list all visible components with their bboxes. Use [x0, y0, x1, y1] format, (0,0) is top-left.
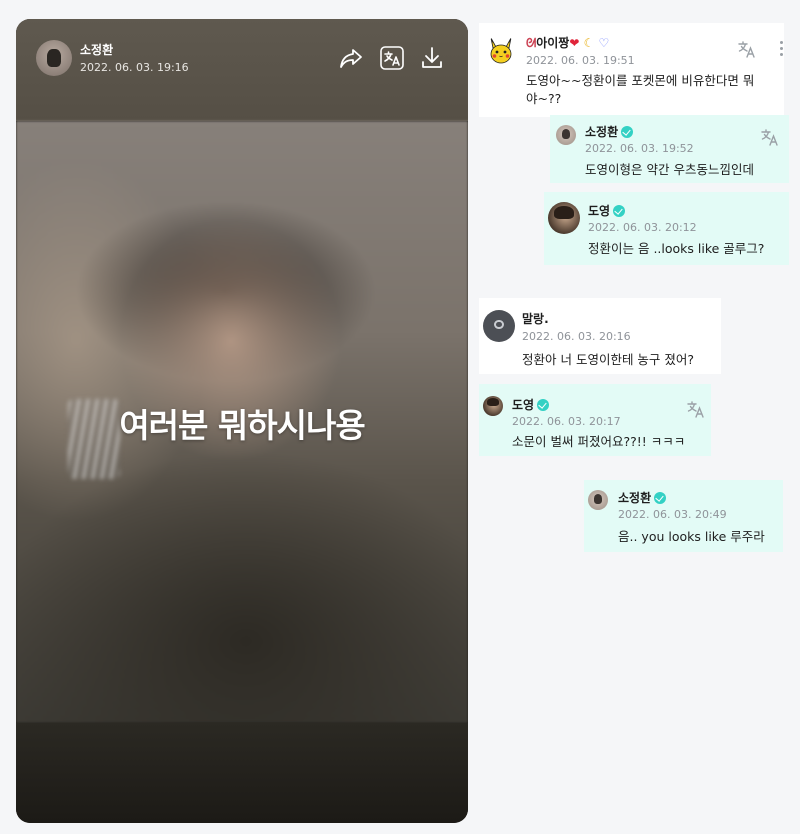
post-header: 소정환 2022. 06. 03. 19:16: [16, 19, 468, 99]
comment-timestamp: 2022. 06. 03. 20:49: [618, 508, 727, 521]
comment-text: 음.. you looks like 루주라: [618, 529, 765, 544]
commenter-avatar[interactable]: [483, 396, 503, 416]
post-author-name[interactable]: 소정환: [80, 41, 113, 58]
comment-item[interactable]: 말랑. 2022. 06. 03. 20:16 정환아 너 도영이한테 농구 졌…: [479, 298, 721, 374]
heart-emoji-icon: ❤: [569, 36, 580, 50]
comment-reply-item[interactable]: 도영 2022. 06. 03. 20:12 정환이는 음 ..looks li…: [544, 192, 789, 265]
translate-icon[interactable]: [379, 45, 405, 71]
rabbit-emoji-icon: ᘛ: [526, 36, 537, 50]
comment-timestamp: 2022. 06. 03. 20:12: [588, 221, 697, 234]
translate-icon[interactable]: [686, 399, 706, 419]
post-timestamp: 2022. 06. 03. 19:16: [80, 61, 189, 74]
comment-timestamp: 2022. 06. 03. 20:16: [522, 330, 631, 343]
media-post-card[interactable]: 소정환 2022. 06. 03. 19:16 여러분 뭐하시나용: [16, 19, 468, 823]
author-avatar[interactable]: [36, 40, 72, 76]
download-icon[interactable]: [419, 45, 445, 71]
comment-reply-item[interactable]: 도영 2022. 06. 03. 20:17 소문이 벌써 퍼졌어요??!! ㅋ…: [479, 384, 711, 456]
photo-bottom-area: [16, 723, 468, 823]
comment-text: 정환아 너 도영이한테 농구 졌어?: [522, 352, 695, 367]
comment-reply-item[interactable]: 소정환 2022. 06. 03. 19:52 도영이형은 약간 우츠동느낌인데: [550, 115, 789, 183]
commenter-avatar[interactable]: [588, 490, 608, 510]
comment-reply-item[interactable]: 소정환 2022. 06. 03. 20:49 음.. you looks li…: [584, 480, 783, 552]
comment-timestamp: 2022. 06. 03. 19:51: [526, 54, 635, 67]
comment-text: 도영이형은 약간 우츠동느낌인데: [585, 162, 754, 177]
share-icon[interactable]: [338, 45, 364, 71]
verified-badge-icon: [621, 126, 634, 138]
commenter-name[interactable]: 도영: [512, 396, 550, 413]
moon-emoji-icon: ☾: [583, 36, 595, 50]
commenter-name[interactable]: 말랑.: [522, 310, 549, 327]
translate-icon[interactable]: [737, 39, 757, 59]
commenter-name[interactable]: 소정환: [618, 489, 667, 506]
commenter-avatar[interactable]: [556, 125, 576, 145]
comment-timestamp: 2022. 06. 03. 20:17: [512, 415, 621, 428]
verified-badge-icon: [613, 205, 626, 217]
comment-text: 정환이는 음 ..looks like 골루그?: [588, 241, 765, 256]
verified-badge-icon: [537, 399, 550, 411]
commenter-avatar[interactable]: [548, 202, 580, 234]
comment-text: 소문이 벌써 퍼졌어요??!! ㅋㅋㅋ: [512, 434, 686, 449]
commenter-avatar[interactable]: [483, 310, 515, 342]
commenter-name[interactable]: 소정환: [585, 123, 634, 140]
pikachu-avatar-icon: [490, 37, 512, 64]
photo-caption: 여러분 뭐하시나용: [119, 406, 365, 445]
verified-badge-icon: [654, 492, 667, 504]
comment-item[interactable]: ᘛ아이짱❤ ☾ ♡ 2022. 06. 03. 19:51 도영아~~정환이를 …: [479, 23, 784, 117]
more-options-icon[interactable]: [778, 41, 784, 59]
commenter-avatar[interactable]: [485, 35, 517, 67]
heart-outline-icon: ♡: [598, 36, 610, 50]
comment-text: 도영아~~정환이를 포켓몬에 비유한다면 뭐 야~??: [526, 73, 755, 106]
translate-icon[interactable]: [760, 127, 780, 147]
commenter-name[interactable]: 도영: [588, 202, 626, 219]
comment-timestamp: 2022. 06. 03. 19:52: [585, 142, 694, 155]
commenter-name[interactable]: ᘛ아이짱❤ ☾ ♡: [526, 34, 609, 51]
